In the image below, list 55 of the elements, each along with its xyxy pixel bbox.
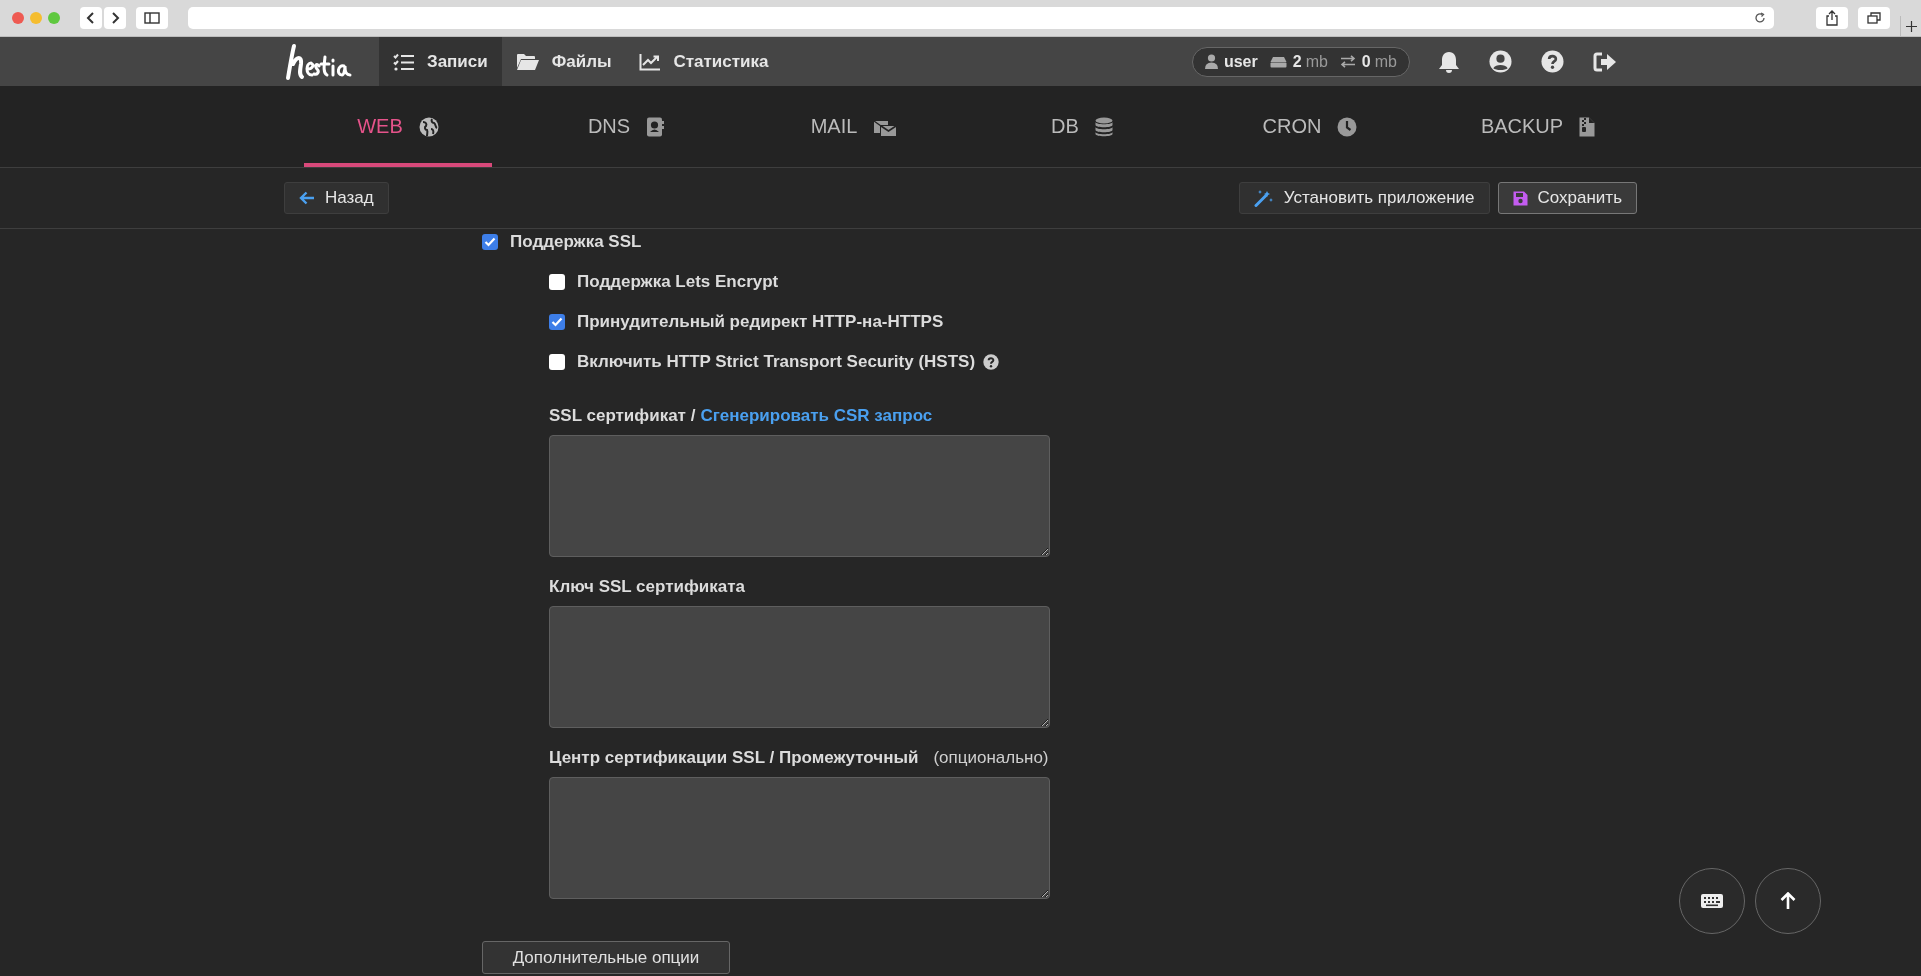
checkbox[interactable] <box>549 314 565 330</box>
checkbox-label: Поддержка Lets Encrypt <box>577 272 779 292</box>
tab[interactable]: DNS <box>532 86 720 167</box>
bandwidth-value: 0 <box>1361 52 1371 71</box>
help-icon[interactable] <box>1541 50 1564 73</box>
logout-icon[interactable] <box>1593 50 1617 73</box>
help-icon[interactable] <box>983 354 1000 370</box>
field-label: SSL сертификат / <box>549 406 696 426</box>
back-button[interactable]: Назад <box>284 182 389 214</box>
sidebar-icon[interactable] <box>136 7 168 29</box>
tab[interactable]: DB <box>988 86 1176 167</box>
nav-link[interactable]: Файлы <box>501 37 626 86</box>
bandwidth-unit: mb <box>1374 52 1397 71</box>
generate-csr-link[interactable]: Сгенерировать CSR запрос <box>700 406 933 426</box>
keyboard-icon <box>1701 894 1723 908</box>
tabs-overview-icon[interactable] <box>1858 7 1891 29</box>
globe-icon <box>418 116 439 137</box>
install-app-button[interactable]: Установить приложение <box>1238 182 1490 214</box>
user-circle-icon[interactable] <box>1489 50 1512 73</box>
tab[interactable]: CRON <box>1216 86 1404 167</box>
checkbox-label: Принудительный редирект HTTP-на-HTTPS <box>577 312 944 332</box>
share-icon[interactable] <box>1816 7 1849 29</box>
tab[interactable]: MAIL <box>760 86 948 167</box>
field-label: Центр сертификации SSL / Промежуточный <box>549 748 919 768</box>
hard-drive-icon <box>1269 55 1287 68</box>
checkbox[interactable] <box>549 354 565 370</box>
zip-file-icon <box>1579 116 1596 137</box>
address-book-icon <box>646 116 665 137</box>
bell-icon[interactable] <box>1438 49 1460 74</box>
additional-options-button[interactable]: Дополнительные опции <box>482 941 730 974</box>
tab[interactable]: BACKUP <box>1444 86 1632 167</box>
transfer-arrows-icon <box>1339 55 1356 68</box>
clock-icon <box>1337 116 1358 137</box>
field-label: Ключ SSL сертификата <box>549 577 746 597</box>
user-icon <box>1204 54 1218 69</box>
checkbox-label: Включить HTTP Strict Transport Security (HSTS) <box>577 352 976 372</box>
checkbox[interactable] <box>482 234 498 250</box>
nav-link[interactable]: Статистика <box>625 37 783 86</box>
checkbox[interactable] <box>549 274 565 290</box>
disk-usage-value: 2 <box>1292 52 1302 71</box>
database-icon <box>1094 116 1113 137</box>
up-arrow-icon <box>1780 892 1796 910</box>
line-chart-icon <box>639 52 662 71</box>
optional-hint: (опционально) <box>933 748 1049 768</box>
folder-icon <box>515 52 540 71</box>
list-check-icon <box>393 52 415 71</box>
nav-link[interactable]: Записи <box>379 37 502 86</box>
left-arrow-icon <box>299 191 315 205</box>
tab[interactable]: WEB <box>304 86 492 167</box>
disk-usage-unit: mb <box>1305 52 1328 71</box>
save-button[interactable]: Сохранить <box>1497 182 1637 214</box>
reload-icon[interactable] <box>1754 12 1767 24</box>
checkbox-label: Поддержка SSL <box>510 232 642 252</box>
magic-wand-icon <box>1253 189 1274 207</box>
username: user <box>1223 52 1258 71</box>
